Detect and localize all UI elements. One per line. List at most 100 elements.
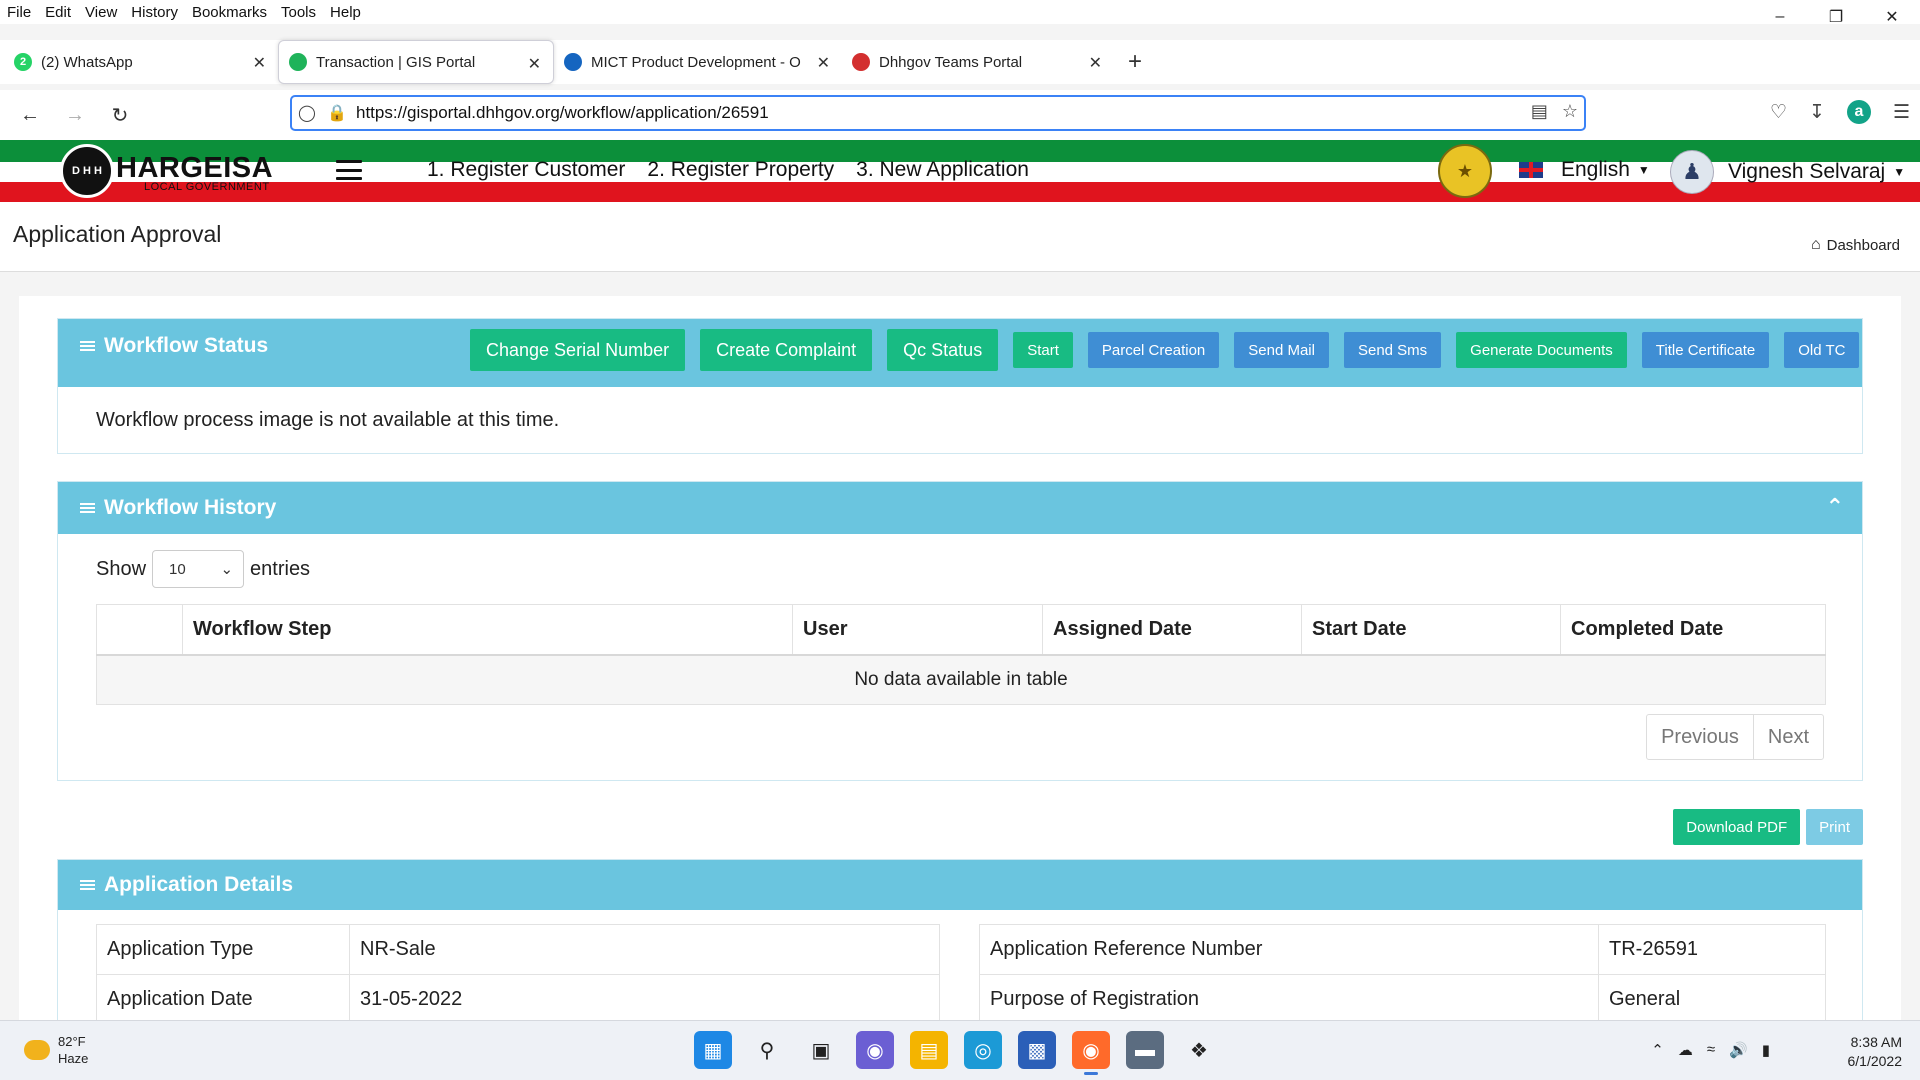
send-mail-button[interactable]: Send Mail bbox=[1234, 332, 1329, 368]
close-tab-icon[interactable]: ✕ bbox=[253, 53, 266, 73]
close-tab-icon[interactable]: ✕ bbox=[817, 53, 830, 73]
workflow-actions: Change Serial Number Create Complaint Qc… bbox=[470, 329, 1860, 371]
chevron-up-icon[interactable]: ⌃ bbox=[1826, 494, 1844, 520]
close-window-icon[interactable]: ✕ bbox=[1864, 0, 1920, 34]
list-icon bbox=[80, 502, 95, 515]
windows-start-icon[interactable]: ▦ bbox=[694, 1031, 732, 1069]
url-text[interactable]: https://gisportal.dhhgov.org/workflow/ap… bbox=[356, 103, 769, 123]
chat-icon[interactable]: ◉ bbox=[856, 1031, 894, 1069]
forward-icon[interactable]: → bbox=[60, 100, 90, 130]
generate-documents-button[interactable]: Generate Documents bbox=[1456, 332, 1627, 368]
nav-register-property[interactable]: 2. Register Property bbox=[647, 158, 834, 182]
file-explorer-icon[interactable]: ▤ bbox=[910, 1031, 948, 1069]
uk-flag-icon bbox=[1519, 162, 1543, 178]
bookmark-star-icon[interactable]: ☆ bbox=[1562, 101, 1578, 122]
avatar: ♟ bbox=[1670, 150, 1714, 194]
close-tab-icon[interactable]: ✕ bbox=[528, 54, 541, 74]
create-complaint-button[interactable]: Create Complaint bbox=[700, 329, 873, 371]
amazon-icon[interactable]: ▬ bbox=[1126, 1031, 1164, 1069]
panel-title: Workflow Status bbox=[80, 334, 268, 358]
home-icon[interactable]: ⌂ bbox=[1811, 236, 1821, 254]
site-logo[interactable]: D H H HARGEISA LOCAL GOVERNMENT bbox=[60, 144, 273, 198]
reader-view-icon[interactable]: ▤ bbox=[1531, 101, 1548, 122]
account-icon[interactable]: a bbox=[1846, 100, 1871, 124]
send-sms-button[interactable]: Send Sms bbox=[1343, 332, 1442, 368]
battery-icon[interactable]: ▮ bbox=[1762, 1041, 1770, 1059]
breadcrumb-dashboard[interactable]: Dashboard bbox=[1827, 237, 1900, 254]
qc-status-button[interactable]: Qc Status bbox=[887, 329, 999, 371]
clock[interactable]: 8:38 AM 6/1/2022 bbox=[1848, 1033, 1903, 1071]
column-header-user[interactable]: User bbox=[792, 604, 1043, 656]
next-page-button[interactable]: Next bbox=[1752, 715, 1823, 759]
parcel-creation-button[interactable]: Parcel Creation bbox=[1087, 332, 1220, 368]
old-tc-button[interactable]: Old TC bbox=[1784, 332, 1860, 368]
menu-help[interactable]: Help bbox=[322, 4, 367, 21]
menu-bookmarks[interactable]: Bookmarks bbox=[184, 4, 273, 21]
onedrive-icon[interactable]: ☁ bbox=[1678, 1041, 1693, 1059]
tab-mict[interactable]: MICT Product Development - O ✕ bbox=[554, 40, 842, 84]
app-menu-icon[interactable]: ☰ bbox=[1893, 101, 1910, 124]
minimize-icon[interactable]: – bbox=[1752, 0, 1808, 34]
volume-icon[interactable]: 🔊 bbox=[1729, 1041, 1748, 1059]
detail-value: TR-26591 bbox=[1598, 924, 1826, 975]
menu-tools[interactable]: Tools bbox=[273, 4, 322, 21]
print-button[interactable]: Print bbox=[1806, 809, 1863, 845]
url-bar[interactable]: ◯ 🔒 https://gisportal.dhhgov.org/workflo… bbox=[290, 95, 1586, 131]
panel-title: Workflow History bbox=[80, 496, 276, 520]
column-header-start-date[interactable]: Start Date bbox=[1301, 604, 1561, 656]
column-header-assigned-date[interactable]: Assigned Date bbox=[1042, 604, 1302, 656]
wifi-icon[interactable]: ≈ bbox=[1707, 1041, 1715, 1059]
weather-widget[interactable]: 82°F Haze bbox=[24, 1033, 88, 1067]
entries-label: entries bbox=[250, 557, 311, 580]
menu-file[interactable]: File bbox=[0, 4, 37, 21]
dropbox-icon[interactable]: ❖ bbox=[1180, 1031, 1218, 1069]
edge-icon[interactable]: ◎ bbox=[964, 1031, 1002, 1069]
window-controls: – ❐ ✕ bbox=[1752, 0, 1920, 34]
menu-history[interactable]: History bbox=[123, 4, 184, 21]
table-row: No data available in table bbox=[96, 654, 1826, 705]
hamburger-menu-icon[interactable] bbox=[336, 160, 362, 180]
menu-edit[interactable]: Edit bbox=[37, 4, 77, 21]
restore-icon[interactable]: ❐ bbox=[1808, 0, 1864, 34]
back-icon[interactable]: ← bbox=[15, 100, 45, 130]
tab-gis-portal[interactable]: Transaction | GIS Portal ✕ bbox=[278, 40, 554, 84]
title-certificate-button[interactable]: Title Certificate bbox=[1641, 332, 1770, 368]
search-icon[interactable]: ⚲ bbox=[748, 1031, 786, 1069]
previous-page-button[interactable]: Previous bbox=[1647, 715, 1753, 759]
pocket-icon[interactable]: ♡ bbox=[1770, 101, 1787, 124]
tab-teams-portal[interactable]: Dhhgov Teams Portal ✕ bbox=[842, 40, 1114, 84]
menu-view[interactable]: View bbox=[77, 4, 123, 21]
panel-title: Application Details bbox=[80, 873, 293, 897]
pagination: Previous Next bbox=[1646, 714, 1824, 760]
panel-header: Application Details bbox=[58, 860, 1862, 910]
start-button[interactable]: Start bbox=[1013, 332, 1073, 368]
application-details-panel: Application Details Application Type NR-… bbox=[57, 859, 1863, 1036]
whatsapp-icon: 2 bbox=[14, 53, 32, 71]
change-serial-number-button[interactable]: Change Serial Number bbox=[470, 329, 686, 371]
shield-icon[interactable]: ◯ bbox=[292, 103, 322, 123]
details-table-right: Application Reference Number TR-26591 Pu… bbox=[979, 924, 1826, 1025]
close-tab-icon[interactable]: ✕ bbox=[1089, 53, 1102, 73]
download-pdf-button[interactable]: Download PDF bbox=[1673, 809, 1801, 845]
store-icon[interactable]: ▩ bbox=[1018, 1031, 1056, 1069]
column-header-completed-date[interactable]: Completed Date bbox=[1560, 604, 1826, 656]
list-icon bbox=[80, 879, 95, 892]
lock-icon[interactable]: 🔒 bbox=[322, 103, 352, 123]
download-icon[interactable]: ↧ bbox=[1809, 101, 1825, 124]
language-selector[interactable]: English ▼ bbox=[1519, 158, 1650, 182]
new-tab-icon[interactable]: + bbox=[1128, 50, 1142, 74]
browser-menubar: File Edit View History Bookmarks Tools H… bbox=[0, 0, 1920, 24]
table-row: Application Date 31-05-2022 bbox=[96, 974, 940, 1025]
page-size-select[interactable]: 10 ⌄ bbox=[152, 550, 245, 588]
task-view-icon[interactable]: ▣ bbox=[802, 1031, 840, 1069]
column-header-index[interactable] bbox=[96, 604, 183, 656]
nav-register-customer[interactable]: 1. Register Customer bbox=[427, 158, 625, 182]
firefox-icon[interactable]: ◉ bbox=[1072, 1031, 1110, 1075]
user-menu[interactable]: ♟ Vignesh Selvaraj ▼ bbox=[1670, 150, 1905, 194]
nav-new-application[interactable]: 3. New Application bbox=[856, 158, 1029, 182]
tab-whatsapp[interactable]: 2 (2) WhatsApp ✕ bbox=[4, 40, 278, 84]
reload-icon[interactable]: ↻ bbox=[105, 100, 135, 130]
column-header-workflow-step[interactable]: Workflow Step bbox=[182, 604, 793, 656]
detail-label: Purpose of Registration bbox=[979, 974, 1599, 1025]
chevron-up-icon[interactable]: ⌃ bbox=[1651, 1041, 1664, 1059]
